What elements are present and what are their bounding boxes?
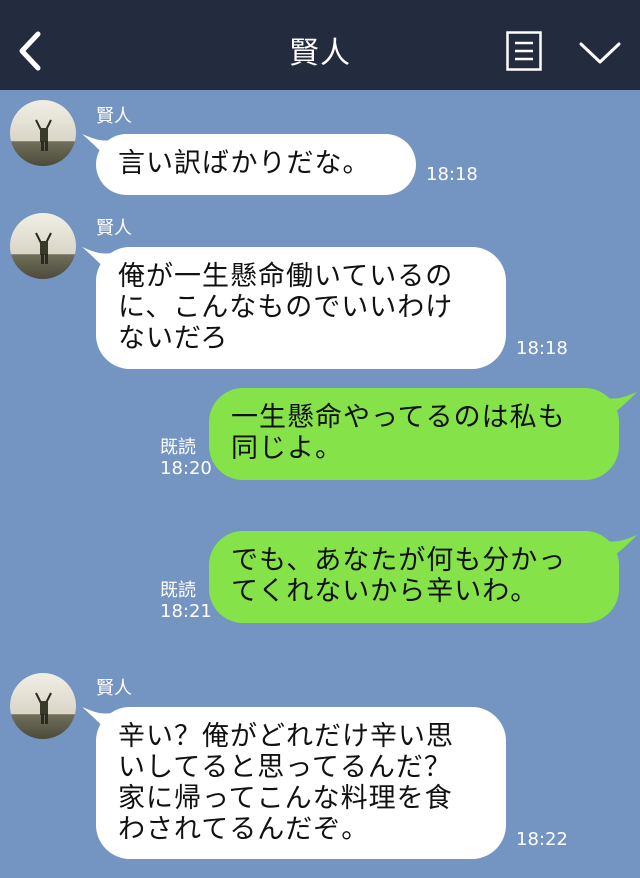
chat-header: 賢人 xyxy=(0,0,640,90)
sender-name: 賢人 xyxy=(96,106,132,127)
chevron-down-icon[interactable] xyxy=(578,40,622,66)
message-time: 18:20 xyxy=(160,458,212,479)
avatar[interactable] xyxy=(10,213,76,279)
message-time: 18:22 xyxy=(516,829,568,850)
chat-title: 賢人 xyxy=(289,36,351,71)
note-icon[interactable] xyxy=(506,31,542,71)
message-time: 18:18 xyxy=(516,338,568,359)
avatar[interactable] xyxy=(10,100,76,166)
message-bubble[interactable]: 辛い？俺がどれだけ辛い思 いしてると思ってるんだ？ 家に帰ってこんな料理を食 わ… xyxy=(96,707,506,859)
read-receipt: 既読 xyxy=(160,580,196,601)
message-bubble[interactable]: 一生懸命やってるのは私も 同じよ。 xyxy=(209,388,619,480)
message-time: 18:18 xyxy=(426,164,478,185)
avatar[interactable] xyxy=(10,673,76,739)
message-bubble[interactable]: でも、あなたが何も分かっ てくれないから辛いわ。 xyxy=(209,531,619,623)
sender-name: 賢人 xyxy=(96,678,132,699)
message-bubble[interactable]: 俺が一生懸命働いているの に、こんなものでいいわけ ないだろ xyxy=(96,247,506,369)
message-time: 18:21 xyxy=(160,601,212,622)
sender-name: 賢人 xyxy=(96,218,132,239)
message-bubble[interactable]: 言い訳ばかりだな。 xyxy=(96,134,416,195)
read-receipt: 既読 xyxy=(160,437,196,458)
